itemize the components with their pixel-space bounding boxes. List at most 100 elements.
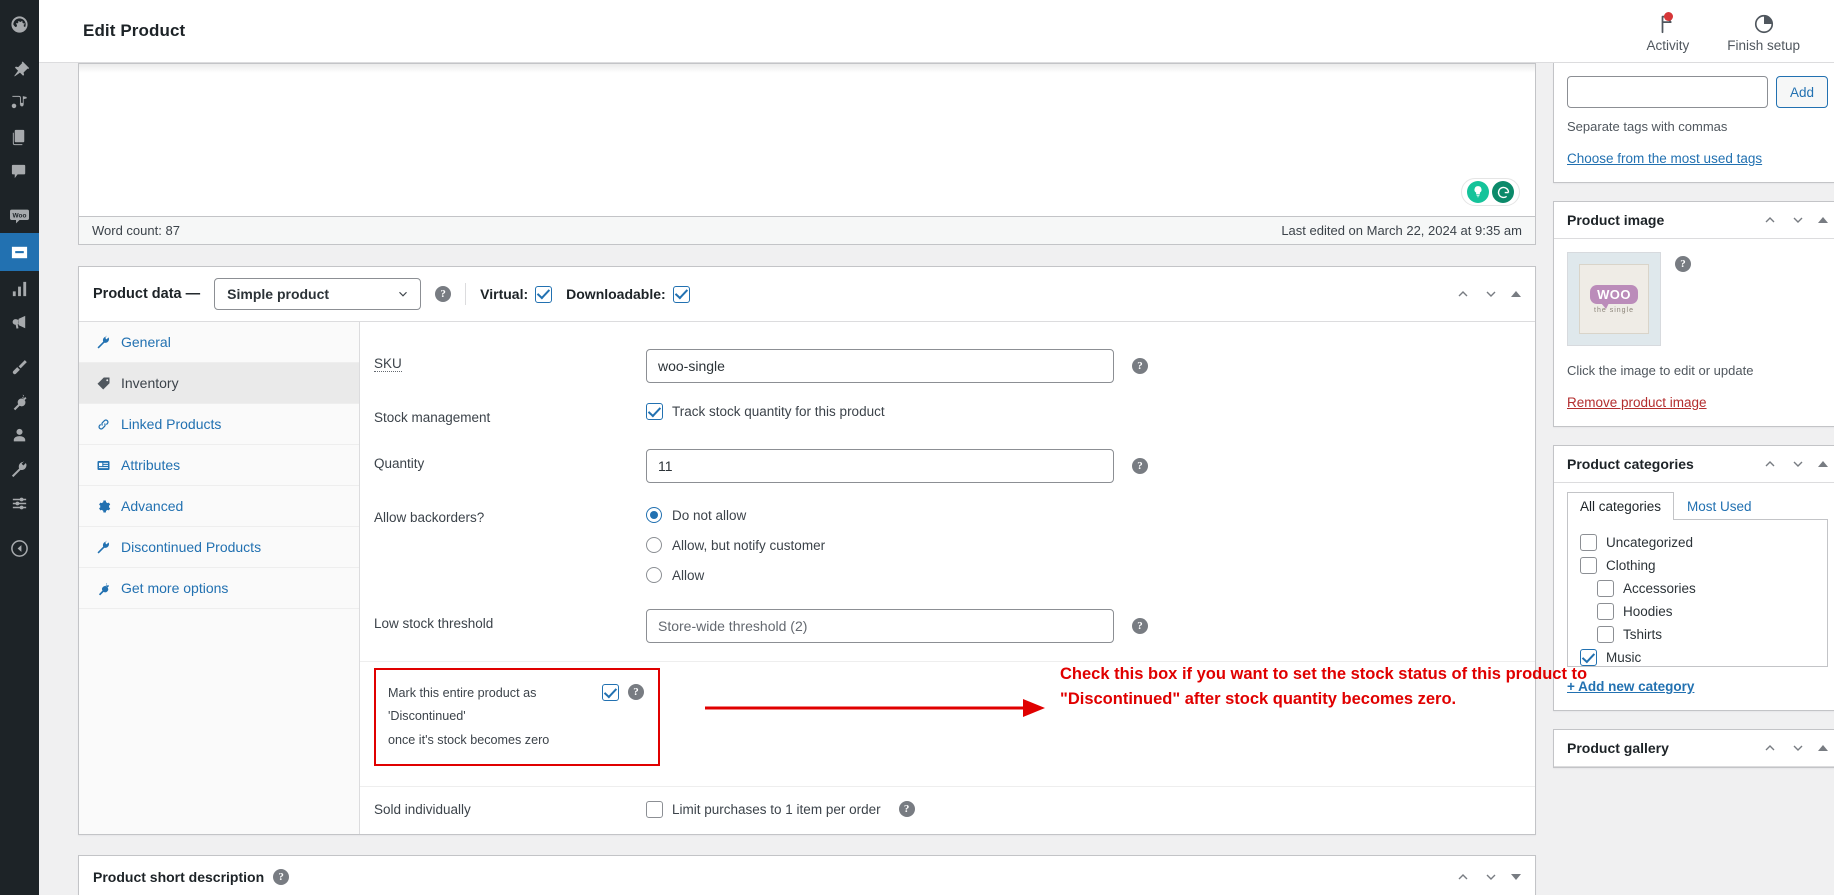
move-down-icon[interactable]	[1790, 740, 1806, 756]
sidebar-item-products[interactable]	[0, 233, 39, 271]
most-used-tags-link[interactable]: Choose from the most used tags	[1567, 151, 1762, 166]
toggle-panel-icon[interactable]	[1818, 461, 1829, 467]
tab-linked-products[interactable]: Linked Products	[79, 404, 359, 445]
limit-purchases-checkbox-group[interactable]: Limit purchases to 1 item per order	[646, 800, 881, 818]
editor-textarea[interactable]	[79, 64, 1535, 216]
grammarly-icon[interactable]	[1461, 178, 1520, 206]
finish-setup-button[interactable]: Finish setup	[1727, 13, 1800, 53]
track-stock-checkbox[interactable]	[646, 403, 663, 420]
backorder-option-allow[interactable]: Allow	[646, 567, 825, 583]
move-up-icon[interactable]	[1455, 286, 1471, 302]
users-icon[interactable]	[0, 418, 39, 452]
product-gallery-title: Product gallery	[1567, 740, 1669, 756]
radio-allow[interactable]	[646, 567, 662, 583]
woocommerce-icon[interactable]: Woo	[0, 199, 39, 233]
move-down-icon[interactable]	[1790, 212, 1806, 228]
tab-attributes[interactable]: Attributes	[79, 445, 359, 486]
move-up-icon[interactable]	[1455, 869, 1471, 885]
woo-logo-text: WOO	[1590, 284, 1638, 309]
media-icon[interactable]	[0, 86, 39, 120]
move-up-icon[interactable]	[1762, 740, 1778, 756]
category-checkbox[interactable]	[1580, 534, 1597, 551]
add-tag-button[interactable]: Add	[1776, 76, 1829, 108]
product-type-select-wrap[interactable]: Simple product	[214, 278, 422, 310]
low-stock-input[interactable]	[646, 609, 1114, 643]
tag-input[interactable]	[1567, 76, 1768, 108]
downloadable-checkbox-group[interactable]: Downloadable:	[566, 285, 690, 303]
product-data-label: Product data —	[93, 286, 201, 302]
tab-general[interactable]: General	[79, 322, 359, 363]
product-data-header: Product data — Simple product ? Virtual:	[79, 267, 1535, 322]
toggle-panel-icon[interactable]	[1818, 745, 1829, 751]
tab-discontinued-products[interactable]: Discontinued Products	[79, 527, 359, 568]
downloadable-checkbox[interactable]	[672, 285, 690, 303]
quantity-input[interactable]	[646, 449, 1114, 483]
backorders-row: Allow backorders? Do not allow Allow, bu…	[360, 493, 1535, 593]
help-icon[interactable]: ?	[1132, 458, 1148, 474]
toggle-panel-icon[interactable]	[1511, 873, 1521, 880]
radio-do-not-allow[interactable]	[646, 507, 662, 523]
help-icon[interactable]: ?	[898, 801, 915, 818]
category-item-accessories[interactable]: Accessories	[1580, 577, 1815, 600]
help-icon[interactable]: ?	[628, 684, 644, 700]
tab-get-more-options[interactable]: Get more options	[79, 568, 359, 609]
category-item-uncategorized[interactable]: Uncategorized	[1580, 531, 1815, 554]
comments-icon[interactable]	[0, 154, 39, 188]
wrench-icon	[95, 539, 111, 555]
pages-icon[interactable]	[0, 120, 39, 154]
product-type-select[interactable]: Simple product	[214, 278, 422, 310]
tab-all-categories[interactable]: All categories	[1567, 492, 1675, 520]
activity-button[interactable]: Activity	[1646, 12, 1689, 53]
discontinued-checkbox[interactable]	[602, 684, 619, 701]
analytics-icon[interactable]	[0, 271, 39, 305]
category-checkbox[interactable]	[1597, 603, 1614, 620]
help-icon[interactable]: ?	[435, 286, 452, 302]
pin-icon[interactable]	[0, 52, 39, 86]
tab-most-used[interactable]: Most Used	[1674, 492, 1765, 520]
move-up-icon[interactable]	[1762, 456, 1778, 472]
remove-product-image-link[interactable]: Remove product image	[1567, 395, 1707, 410]
category-checkbox[interactable]	[1580, 557, 1597, 574]
plugins-icon[interactable]	[0, 384, 39, 418]
product-categories-header: Product categories	[1554, 446, 1834, 483]
backorder-option-allow-notify[interactable]: Allow, but notify customer	[646, 537, 825, 553]
settings-sliders-icon[interactable]	[0, 486, 39, 520]
tab-label: Linked Products	[121, 416, 222, 432]
tab-advanced[interactable]: Advanced	[79, 486, 359, 527]
collapse-menu-icon[interactable]	[0, 531, 39, 565]
dashboard-icon[interactable]	[0, 7, 39, 41]
help-icon[interactable]: ?	[1132, 618, 1148, 634]
backorder-option-do-not-allow[interactable]: Do not allow	[646, 507, 825, 523]
sku-input[interactable]	[646, 349, 1114, 383]
svg-text:Woo: Woo	[13, 212, 27, 219]
track-stock-checkbox-group[interactable]: Track stock quantity for this product	[646, 403, 885, 420]
short-description-header: Product short description ?	[79, 856, 1535, 895]
help-icon[interactable]: ?	[273, 868, 290, 885]
category-item-tshirts[interactable]: Tshirts	[1580, 623, 1815, 646]
product-image-thumbnail[interactable]: WOO the single	[1567, 252, 1661, 346]
help-icon[interactable]: ?	[1132, 358, 1148, 374]
category-checklist[interactable]: Uncategorized Clothing Accessories Hoodi…	[1567, 519, 1829, 667]
toggle-panel-icon[interactable]	[1818, 217, 1829, 223]
move-up-icon[interactable]	[1762, 212, 1778, 228]
limit-purchases-checkbox[interactable]	[646, 800, 663, 818]
move-down-icon[interactable]	[1483, 286, 1499, 302]
radio-allow-notify[interactable]	[646, 537, 662, 553]
finish-setup-label: Finish setup	[1727, 38, 1800, 53]
move-down-icon[interactable]	[1483, 869, 1499, 885]
category-checkbox[interactable]	[1597, 626, 1614, 643]
tab-label: Discontinued Products	[121, 539, 262, 555]
virtual-checkbox[interactable]	[535, 285, 553, 303]
appearance-brush-icon[interactable]	[0, 350, 39, 384]
virtual-checkbox-group[interactable]: Virtual:	[480, 285, 553, 303]
move-down-icon[interactable]	[1790, 456, 1806, 472]
tab-inventory[interactable]: Inventory	[79, 363, 359, 404]
toggle-panel-icon[interactable]	[1511, 291, 1521, 297]
category-item-clothing[interactable]: Clothing	[1580, 554, 1815, 577]
marketing-megaphone-icon[interactable]	[0, 305, 39, 339]
tools-wrench-icon[interactable]	[0, 452, 39, 486]
category-checkbox[interactable]	[1597, 580, 1614, 597]
help-icon[interactable]: ?	[1675, 256, 1691, 272]
product-image-panel: Product image WOO the single ? Click the…	[1553, 201, 1834, 427]
category-item-hoodies[interactable]: Hoodies	[1580, 600, 1815, 623]
